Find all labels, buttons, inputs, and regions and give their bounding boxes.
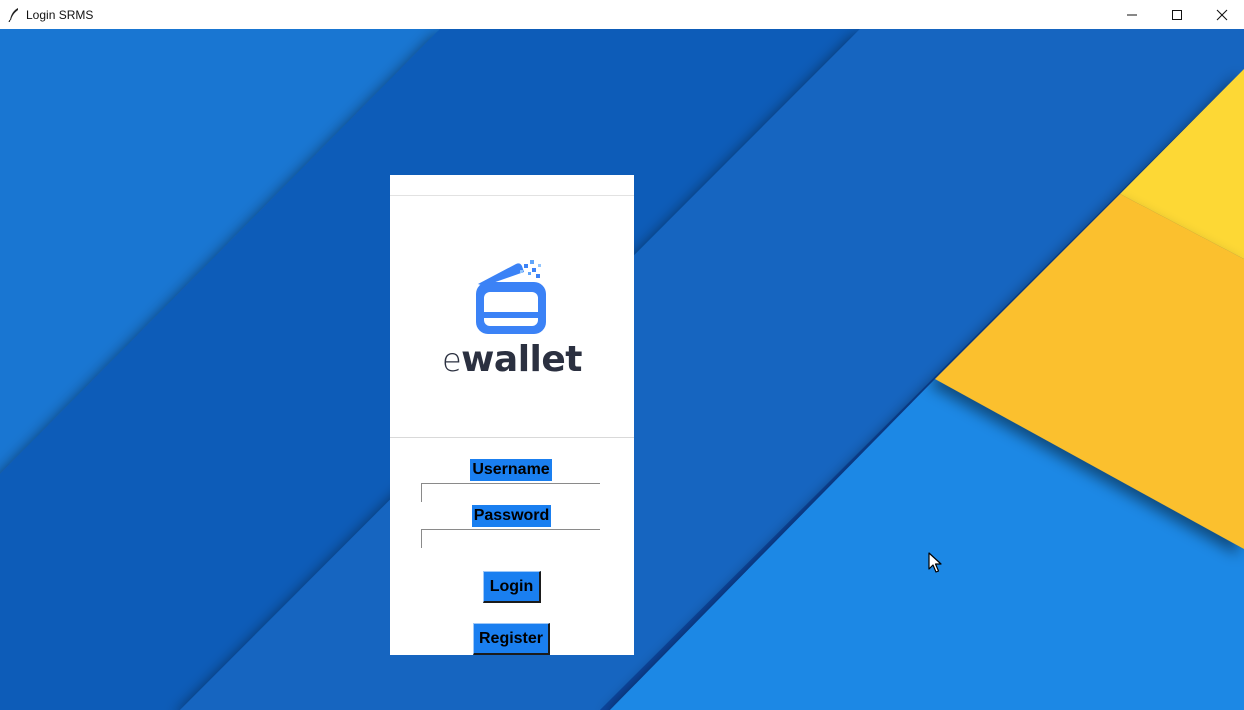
maximize-button[interactable] xyxy=(1154,0,1199,29)
close-icon xyxy=(1216,9,1227,20)
title-bar[interactable]: Login SRMS xyxy=(0,0,1244,29)
window-title: Login SRMS xyxy=(26,7,94,22)
feather-icon xyxy=(6,7,22,23)
window-controls xyxy=(1109,0,1244,29)
username-field[interactable] xyxy=(421,483,600,502)
minimize-icon xyxy=(1126,14,1137,15)
login-button[interactable]: Login xyxy=(483,571,541,603)
password-field[interactable] xyxy=(421,529,600,548)
maximize-icon xyxy=(1171,9,1182,20)
logo-word: wallet xyxy=(461,339,583,380)
mouse-cursor-icon xyxy=(928,552,942,573)
minimize-button[interactable] xyxy=(1109,0,1154,29)
wallet-card-icon xyxy=(476,260,546,334)
panel-header-strip xyxy=(390,175,634,196)
login-panel: ewallet Username Password Login Register xyxy=(390,175,634,655)
logo-prefix: e xyxy=(441,341,462,379)
username-label: Username xyxy=(470,459,552,481)
logo-area: ewallet xyxy=(390,196,634,438)
app-window: Login SRMS ewallet Username Password Log… xyxy=(0,0,1244,710)
register-button[interactable]: Register xyxy=(473,623,550,655)
logo-wordmark: ewallet xyxy=(390,339,634,380)
password-label: Password xyxy=(472,505,551,527)
close-button[interactable] xyxy=(1199,0,1244,29)
